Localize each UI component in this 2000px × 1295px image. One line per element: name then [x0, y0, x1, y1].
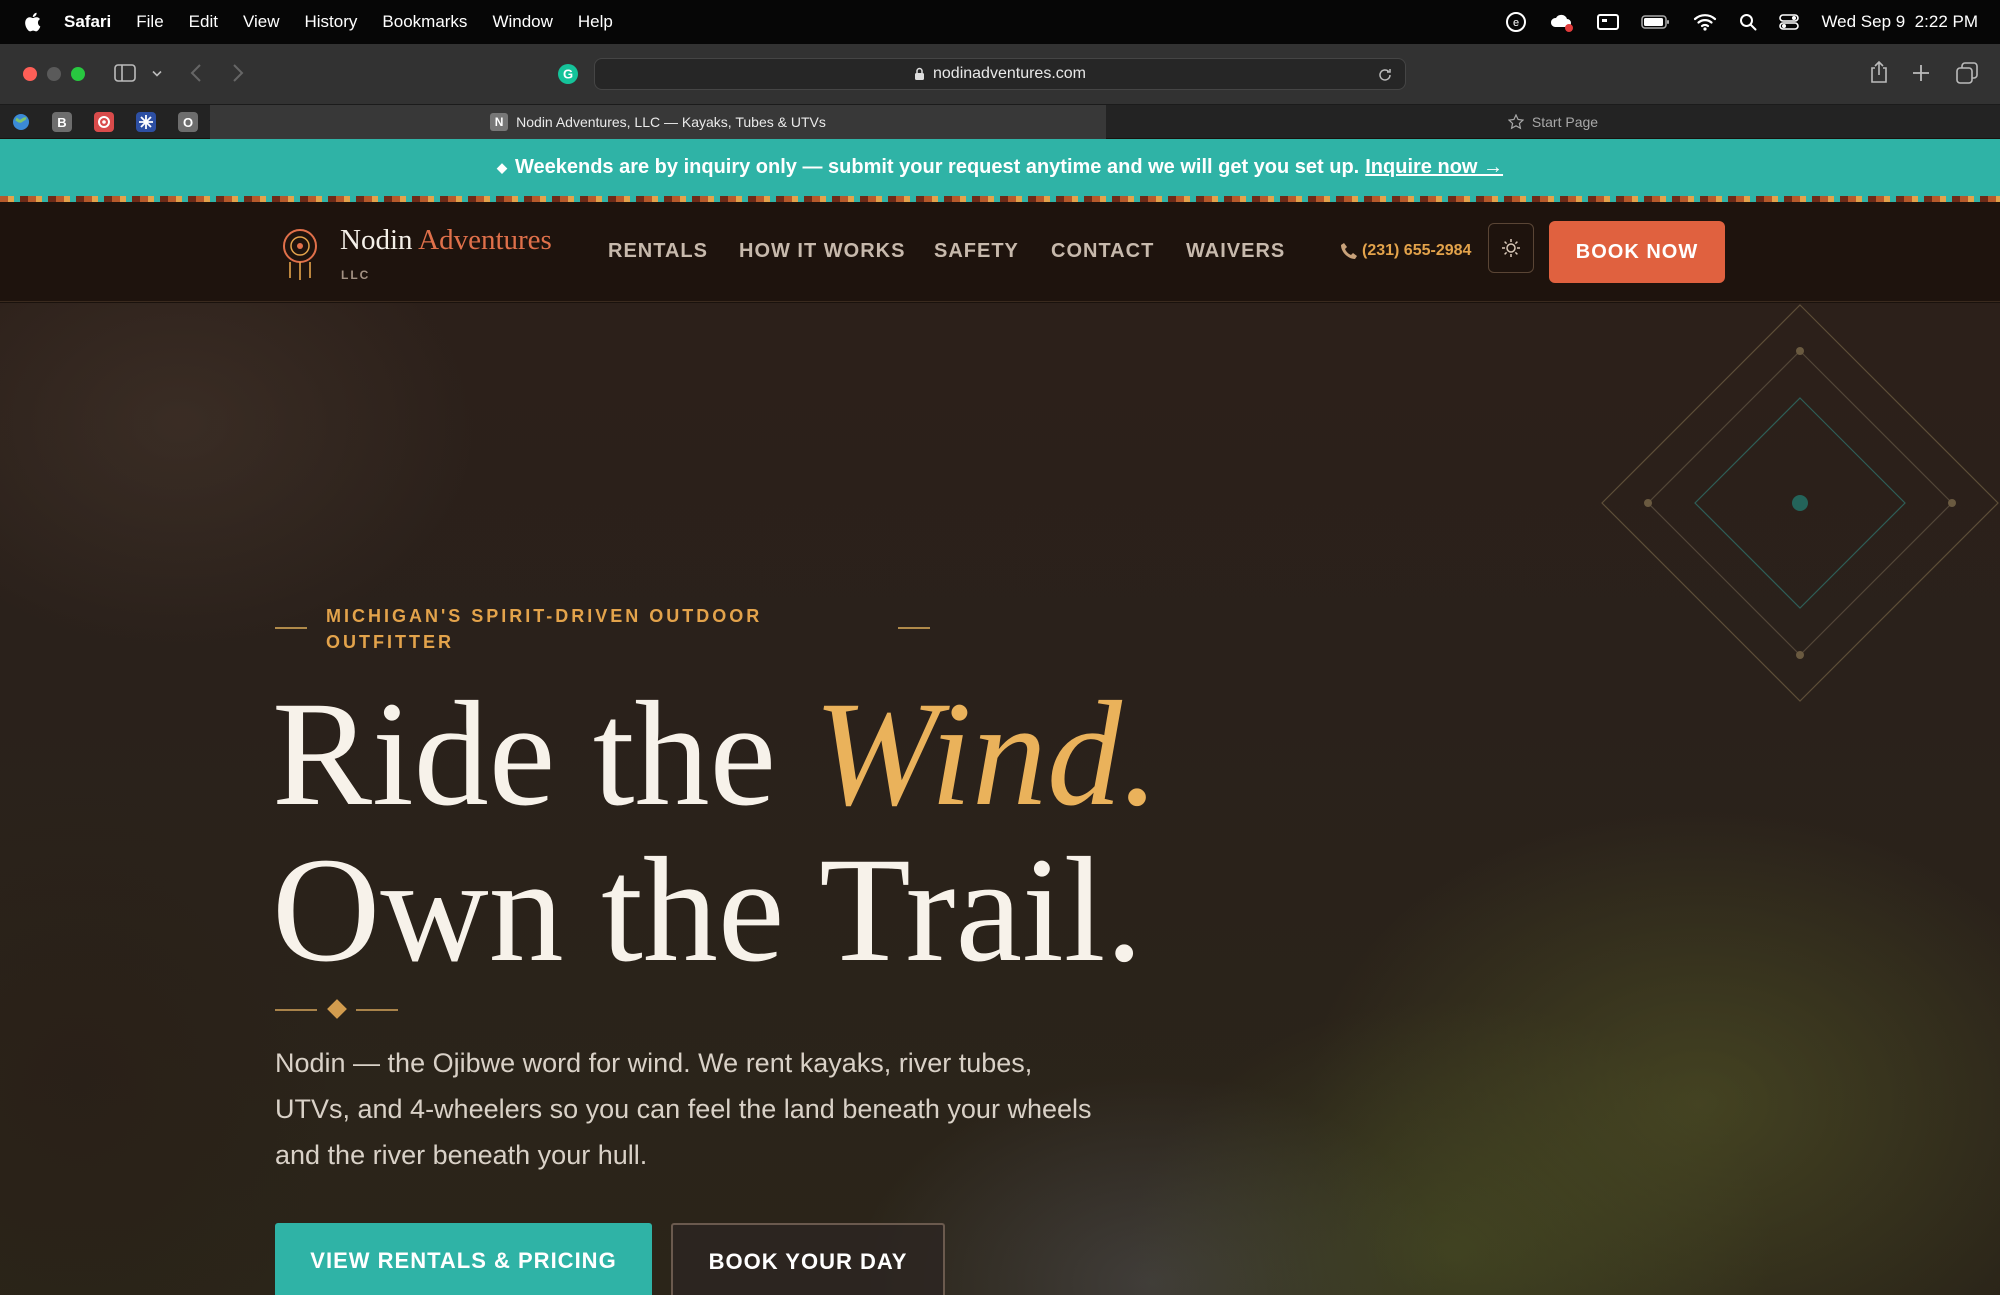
cloud-sync-icon[interactable]: [1549, 11, 1575, 33]
menu-edit[interactable]: Edit: [189, 12, 218, 32]
announcement-banner: ◆ Weekends are by inquiry only — submit …: [0, 139, 2000, 196]
headline-wind: Wind.: [813, 671, 1160, 837]
macos-menu-bar: Safari File Edit View History Bookmarks …: [0, 0, 2000, 44]
status-app-icon[interactable]: e: [1505, 11, 1527, 33]
phone-icon: [1341, 243, 1357, 259]
menu-history[interactable]: History: [305, 12, 358, 32]
eyebrow-rule-right: [898, 627, 930, 629]
tab-title: Nodin Adventures, LLC — Kayaks, Tubes & …: [516, 114, 826, 130]
menu-safari[interactable]: Safari: [64, 12, 111, 32]
phone-link[interactable]: (231) 655-2984: [1340, 242, 1471, 260]
grammarly-icon[interactable]: G: [557, 63, 579, 85]
menu-bar-clock[interactable]: Wed Sep 9 2:22 PM: [1821, 12, 1978, 32]
battery-icon[interactable]: [1641, 14, 1671, 30]
pinned-tab-5[interactable]: O: [178, 112, 198, 132]
spotlight-search-icon[interactable]: [1739, 13, 1757, 31]
tab-bar: B O N Nodin Adventures, LLC — Kayaks, Tu…: [0, 104, 2000, 139]
share-icon[interactable]: [1869, 60, 1889, 84]
nav-contact[interactable]: CONTACT: [1051, 240, 1154, 263]
menu-help[interactable]: Help: [578, 12, 613, 32]
window-minimize-button[interactable]: [47, 67, 61, 81]
tab-title: Start Page: [1531, 114, 1599, 130]
diamond-ornament-icon: [1601, 304, 1999, 702]
dreamcatcher-logo-icon[interactable]: [280, 228, 320, 282]
divider-rule-right: [356, 1009, 398, 1011]
brand-name[interactable]: Nodin Adventures: [340, 224, 552, 257]
nav-rentals[interactable]: RENTALS: [608, 240, 708, 263]
hero-eyebrow: MICHIGAN'S SPIRIT-DRIVEN OUTDOOR OUTFITT…: [326, 606, 763, 652]
window-zoom-button[interactable]: [71, 67, 85, 81]
brand-suffix: LLC: [341, 268, 371, 282]
diamond-bullet-icon: ◆: [496, 159, 507, 175]
sun-icon: [1502, 239, 1520, 257]
divider-diamond-icon: [327, 999, 347, 1019]
control-center-icon[interactable]: [1779, 13, 1800, 31]
nav-safety[interactable]: SAFETY: [934, 240, 1019, 263]
pinned-tab-4[interactable]: [136, 112, 156, 132]
brand-name-adventures: Adventures: [418, 224, 552, 256]
menu-bar-status-area: e Wed Sep 9 2:22 PM: [1505, 0, 1978, 44]
menu-view[interactable]: View: [243, 12, 280, 32]
snowflake-favicon-icon: [139, 115, 153, 129]
menu-window[interactable]: Window: [492, 12, 552, 32]
tab-start-page[interactable]: Start Page: [1106, 105, 2000, 139]
book-now-button[interactable]: BOOK NOW: [1549, 221, 1725, 283]
svg-text:G: G: [563, 67, 573, 82]
sidebar-toggle-icon[interactable]: [114, 64, 136, 82]
menu-bookmarks[interactable]: Bookmarks: [382, 12, 467, 32]
forward-arrow-icon[interactable]: [232, 64, 244, 82]
url-text: nodinadventures.com: [933, 65, 1086, 82]
pattern-favicon-icon: [98, 116, 110, 128]
tab-favicon: N: [490, 113, 509, 131]
apple-logo-icon[interactable]: [22, 11, 42, 33]
pinned-tab-1[interactable]: [11, 112, 31, 132]
back-arrow-icon[interactable]: [190, 64, 202, 82]
chevron-down-icon[interactable]: [152, 70, 162, 78]
announcement-text: Weekends are by inquiry only — submit yo…: [514, 156, 1360, 178]
display-icon[interactable]: [1597, 13, 1620, 31]
reload-icon[interactable]: [1377, 67, 1393, 83]
lock-icon: [915, 67, 924, 80]
nav-how-it-works[interactable]: HOW IT WORKS: [739, 240, 905, 263]
hero-subtitle: Nodin — the Ojibwe word for wind. We ren…: [275, 1048, 1092, 1170]
inquire-now-link[interactable]: Inquire now →: [1365, 156, 1503, 179]
new-tab-plus-icon[interactable]: [1912, 64, 1930, 82]
globe-icon: [13, 114, 29, 130]
tab-overview-icon[interactable]: [1956, 62, 1978, 84]
tab-nodin-adventures[interactable]: N Nodin Adventures, LLC — Kayaks, Tubes …: [210, 105, 1106, 139]
book-your-day-button[interactable]: BOOK YOUR DAY: [671, 1223, 945, 1295]
brand-name-nodin: Nodin: [340, 224, 413, 256]
headline-ride-the: Ride the: [272, 671, 814, 837]
divider-rule-left: [275, 1009, 317, 1011]
hero-headline-line-2: Own the Trail.: [272, 827, 1143, 993]
phone-number: (231) 655-2984: [1362, 242, 1472, 259]
hero-section: MICHIGAN'S SPIRIT-DRIVEN OUTDOOR OUTFITT…: [0, 303, 2000, 1295]
nav-waivers[interactable]: WAIVERS: [1186, 240, 1285, 263]
address-bar[interactable]: nodinadventures.com: [594, 58, 1406, 90]
menu-file[interactable]: File: [136, 12, 163, 32]
star-icon: [1507, 114, 1524, 130]
browser-toolbar: G nodinadventures.com: [0, 44, 2000, 104]
svg-text:e: e: [1513, 17, 1519, 29]
view-rentals-pricing-button[interactable]: VIEW RENTALS & PRICING: [275, 1223, 652, 1295]
theme-toggle-button[interactable]: [1488, 223, 1534, 273]
eyebrow-rule-left: [275, 627, 307, 629]
window-close-button[interactable]: [23, 67, 37, 81]
pinned-tab-2[interactable]: B: [52, 112, 72, 132]
pinned-tab-3[interactable]: [94, 112, 114, 132]
hero-headline-line-1: Ride the Wind.: [272, 679, 1159, 829]
wifi-icon[interactable]: [1693, 13, 1717, 31]
site-header: Nodin Adventures LLC RENTALS HOW IT WORK…: [0, 202, 2000, 302]
